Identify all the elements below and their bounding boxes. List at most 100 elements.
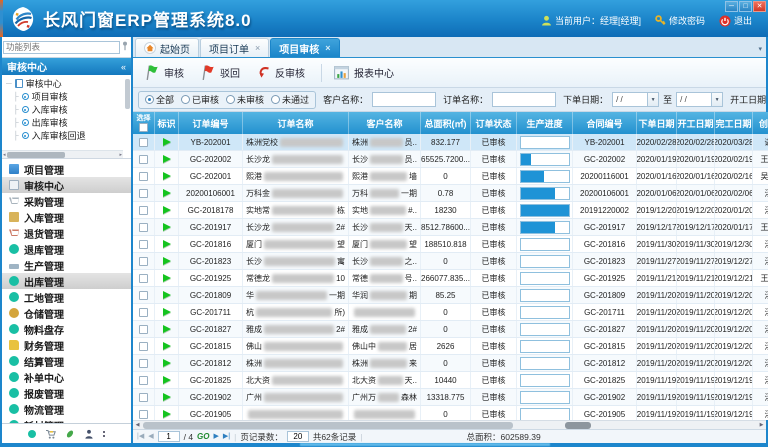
tab-project-audit[interactable]: 项目审核× (270, 38, 339, 57)
table-row[interactable]: GC-201823长沙寓长沙之..0已审核GC-2018232019/11/27… (133, 253, 768, 270)
row-checkbox[interactable] (139, 274, 148, 283)
page-number-input[interactable] (158, 431, 180, 442)
table-row[interactable]: 20200106001万科金万科一期0.78已审核202001060012020… (133, 185, 768, 202)
sidebar-item-material-inventory[interactable]: 物料盘存 (2, 321, 131, 337)
tab-start-page[interactable]: 起始页 (135, 38, 199, 57)
hscroll-thumb[interactable] (143, 422, 513, 429)
sidebar-item-settlement-mgmt[interactable]: 结算管理 (2, 353, 131, 369)
col-header[interactable]: 合同编号 (573, 112, 637, 134)
sidebar-item-outbound-mgmt[interactable]: 出库管理 (2, 273, 131, 289)
sidebar-item-production-mgmt[interactable]: 生产管理 (2, 257, 131, 273)
page-size-input[interactable] (287, 431, 309, 442)
last-page-button[interactable]: ▶| (223, 433, 230, 440)
sidebar-item-site-mgmt[interactable]: 工地管理 (2, 289, 131, 305)
dock-leaf-icon[interactable] (65, 429, 75, 439)
col-header[interactable]: 创建人 (753, 112, 768, 134)
sidebar-item-finance-mgmt[interactable]: 财务管理 (2, 337, 131, 353)
select-all-checkbox[interactable] (139, 123, 148, 132)
pin-icon[interactable] (120, 38, 130, 56)
sidebar-item-audit-center[interactable]: 审核中心 (2, 177, 131, 193)
go-button[interactable]: GO (197, 432, 209, 441)
sidebar-item-reorder-center[interactable]: 补单中心 (2, 369, 131, 385)
dropdown-icon[interactable]: ▼ (711, 93, 722, 106)
first-page-button[interactable]: |◀ (137, 433, 144, 440)
sidebar-item-returns-mgmt[interactable]: 退货管理 (2, 225, 131, 241)
tab-overflow-icon[interactable]: ▾ (758, 45, 762, 53)
tree-item-inbound-audit-rollback[interactable]: ├入库审核回退 (6, 129, 123, 142)
col-header[interactable]: 开工日期 (677, 112, 715, 134)
dock-overflow-icon[interactable] (103, 431, 105, 437)
table-row[interactable]: GC-201902广州广州万森林13318.775已审核GC-201902201… (133, 389, 768, 406)
tab-close-icon[interactable]: × (325, 43, 330, 53)
close-button[interactable]: ✕ (753, 1, 766, 12)
tree-vertical-scrollbar[interactable] (125, 79, 130, 109)
col-header[interactable]: 生产进度 (517, 112, 573, 134)
next-page-button[interactable]: ▶ (214, 433, 219, 440)
scroll-left-icon[interactable]: ◂ (2, 152, 7, 158)
table-row[interactable]: GC-201925常德龙10常德号..266077.835...已审核GC-20… (133, 270, 768, 287)
minimize-button[interactable]: ─ (725, 1, 738, 12)
col-header[interactable]: 订单名称 (243, 112, 349, 134)
collapse-icon[interactable]: « (121, 62, 126, 72)
table-row[interactable]: GC-201815佛山佛山中居2626已审核GC-2018152019/11/2… (133, 338, 768, 355)
scroll-right-icon[interactable]: ▸ (118, 152, 123, 158)
table-row[interactable]: GC-202002长沙龙长沙员..65525.7200...已审核GC-2020… (133, 151, 768, 168)
row-checkbox[interactable] (139, 376, 148, 385)
tree-root[interactable]: ─ 审核中心 (6, 77, 123, 90)
col-header[interactable]: 完工日期 (715, 112, 753, 134)
col-header[interactable]: 标识 (155, 112, 179, 134)
reject-button[interactable]: 驳回 (195, 61, 249, 84)
sidebar-item-scrap-mgmt[interactable]: 报废管理 (2, 385, 131, 401)
table-row[interactable]: GC-201812株洲株洲来0已审核GC-2018122019/11/20201… (133, 355, 768, 372)
scroll-left-icon[interactable]: ◀ (133, 422, 142, 428)
row-checkbox[interactable] (139, 308, 148, 317)
table-row[interactable]: GC-201816厦门望厦门望188510.818已审核GC-201816201… (133, 236, 768, 253)
row-checkbox[interactable] (139, 240, 148, 249)
horizontal-scrollbar[interactable]: ◀ ▶ (133, 420, 766, 429)
sidebar-item-warehouse-mgmt[interactable]: 仓储管理 (2, 305, 131, 321)
dock-cart-icon[interactable] (45, 429, 56, 439)
row-checkbox[interactable] (139, 189, 148, 198)
tree-horizontal-scrollbar[interactable]: ◂ ▸ (2, 150, 123, 158)
row-checkbox[interactable] (139, 206, 148, 215)
scroll-right-icon[interactable]: ▶ (757, 422, 766, 428)
row-checkbox[interactable] (139, 223, 148, 232)
table-row[interactable]: GC-201825北大资北大资天..10440已审核GC-2018252019/… (133, 372, 768, 389)
splitter-handle[interactable] (565, 422, 591, 429)
function-list-search-input[interactable] (3, 41, 120, 54)
row-checkbox[interactable] (139, 291, 148, 300)
col-header[interactable]: 客户名称 (349, 112, 421, 134)
sidebar-item-stock-return-mgmt[interactable]: 退库管理 (2, 241, 131, 257)
unapprove-button[interactable]: 反审核 (251, 62, 314, 84)
order-date-to-input[interactable]: / /▼ (676, 92, 723, 107)
row-checkbox[interactable] (139, 359, 148, 368)
approve-button[interactable]: 审核 (139, 61, 193, 84)
table-row[interactable]: GC-201917长沙龙2#长沙天..8512.78600...已审核GC-20… (133, 219, 768, 236)
logout-button[interactable]: 退出 (719, 14, 752, 27)
col-header[interactable]: 订单编号 (179, 112, 243, 134)
table-row[interactable]: GC-2018178实地常栋实地#..18230已审核2019122000220… (133, 202, 768, 219)
tree-hscroll-thumb[interactable] (7, 152, 65, 158)
radio-未审核[interactable]: 未审核 (226, 93, 264, 106)
dropdown-icon[interactable]: ▼ (647, 93, 658, 106)
sidebar-item-inbound-mgmt[interactable]: 入库管理 (2, 209, 131, 225)
row-checkbox[interactable] (139, 325, 148, 334)
row-checkbox[interactable] (139, 172, 148, 181)
tree-item-project-audit[interactable]: ├项目审核 (6, 90, 123, 103)
tree-item-inbound-audit[interactable]: ├入库审核 (6, 103, 123, 116)
radio-已审核[interactable]: 已审核 (181, 93, 219, 106)
table-row[interactable]: GC-201827雅成2#雅成2#0已审核GC-2018272019/11/20… (133, 321, 768, 338)
report-center-button[interactable]: 报表中心 (329, 61, 403, 84)
customer-name-input[interactable] (372, 92, 436, 107)
change-password-button[interactable]: 修改密码 (655, 14, 705, 27)
prev-page-button[interactable]: ◀ (148, 433, 153, 440)
order-date-input[interactable]: / /▼ (612, 92, 659, 107)
row-checkbox[interactable] (139, 155, 148, 164)
sidebar-item-purchase-mgmt[interactable]: 采购管理 (2, 193, 131, 209)
radio-全部[interactable]: 全部 (145, 93, 174, 106)
dock-dot-icon[interactable] (28, 430, 36, 438)
table-row[interactable]: GC-201711杭所)0已审核GC-2017112019/11/202019/… (133, 304, 768, 321)
col-header[interactable]: 订单状态 (471, 112, 517, 134)
sidebar-item-logistics-mgmt[interactable]: 物流管理 (2, 401, 131, 417)
maximize-button[interactable]: □ (739, 1, 752, 12)
